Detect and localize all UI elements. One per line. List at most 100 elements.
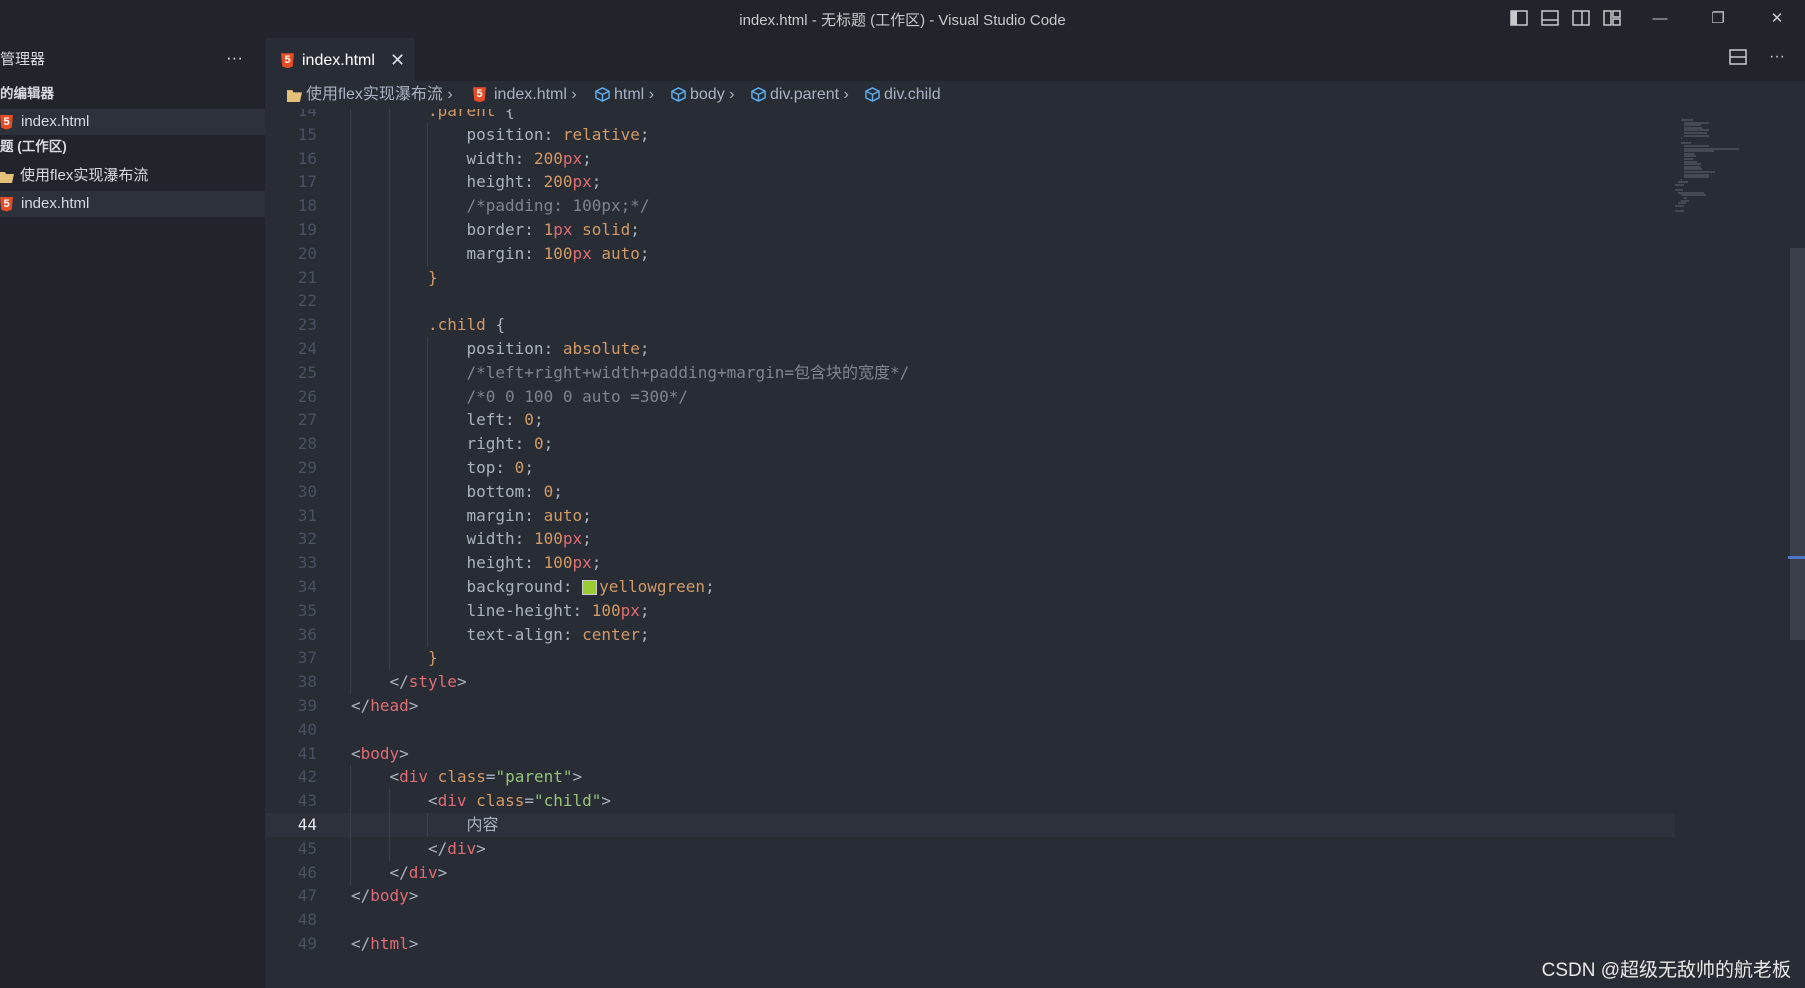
code-line[interactable]: 36 text-align: center; [265, 622, 1675, 647]
restore-button[interactable]: ❐ [1703, 6, 1733, 32]
tab-index-html[interactable]: 5 index.html ✕ [265, 38, 415, 82]
code-token: 内容 [466, 815, 499, 834]
code-line[interactable]: 30 bottom: 0; [265, 479, 1675, 504]
breadcrumb-html[interactable]: html › [595, 81, 654, 109]
code-line[interactable]: 14 .parent { [265, 109, 1675, 123]
code-line[interactable]: 34 background: yellowgreen; [265, 575, 1675, 599]
code-line[interactable]: 44 内容 [265, 813, 1675, 837]
code-line[interactable]: 20 margin: 100px auto; [265, 241, 1675, 266]
code-line[interactable]: 26 /*0 0 100 0 auto =300*/ [265, 384, 1675, 409]
code-token: ; [591, 172, 602, 192]
code-line[interactable]: 21} [265, 265, 1675, 290]
close-window-button[interactable]: ✕ [1762, 6, 1792, 32]
code-token: </ [351, 886, 371, 906]
open-editors-section[interactable]: 的编辑器 [0, 81, 265, 107]
code-line[interactable]: 42 <div class="parent"> [265, 765, 1675, 790]
code-line[interactable]: 39 </head> [265, 694, 1675, 718]
explorer-more-button[interactable]: ··· [226, 45, 243, 71]
toggle-secondary-sidebar-icon[interactable] [1572, 10, 1590, 26]
split-editor-icon[interactable] [1728, 49, 1747, 65]
code-token: > [408, 886, 419, 906]
code-token: 1 [543, 220, 554, 239]
code-token: width: [466, 148, 534, 168]
open-editors-label: 的编辑器 [0, 86, 54, 101]
code-line[interactable]: 29 top: 0; [265, 456, 1675, 480]
line-number: 18 [297, 196, 317, 216]
breadcrumb-div-child[interactable]: div.child [865, 81, 941, 109]
editor-more-button[interactable]: ··· [1769, 48, 1785, 65]
folder-item[interactable]: 使用flex实现瀑布流 [0, 163, 265, 189]
code-line[interactable]: 35 line-height: 100px; [265, 598, 1675, 623]
indent-guide [427, 598, 428, 623]
line-number: 26 [297, 386, 317, 406]
code-token: ; [639, 339, 650, 358]
code-token: ; [582, 505, 592, 525]
line-number: 47 [297, 886, 317, 906]
code-line[interactable]: 46 </div> [265, 860, 1675, 885]
line-number: 22 [297, 291, 317, 311]
customize-layout-icon[interactable] [1603, 10, 1621, 26]
explorer-title: 管理器 [0, 51, 46, 68]
code-token: 200 [543, 172, 573, 192]
code-text: </div> [390, 861, 448, 885]
line-number: 21 [297, 267, 317, 287]
breadcrumb-div-parent[interactable]: div.parent › [751, 81, 849, 109]
code-line[interactable]: 23 .child { [265, 313, 1675, 338]
breadcrumb-folder[interactable]: 使用flex实现瀑布流 › [287, 81, 453, 109]
tab-close-icon[interactable]: ✕ [390, 39, 405, 82]
minimize-button[interactable]: — [1645, 6, 1675, 32]
code-line[interactable]: 47 </body> [265, 884, 1675, 908]
code-line[interactable]: 45 </div> [265, 836, 1675, 861]
code-token: auto [591, 243, 640, 263]
code-line[interactable]: 37} [265, 646, 1675, 671]
code-line[interactable]: 19 border: 1px solid; [265, 218, 1675, 242]
code-line[interactable]: 32 width: 100px; [265, 527, 1675, 552]
line-number: 32 [297, 529, 317, 549]
toggle-panel-icon[interactable] [1541, 10, 1559, 26]
code-token: div [408, 862, 438, 882]
color-swatch[interactable] [582, 580, 598, 595]
code-line[interactable]: 43 <div class="child"> [265, 789, 1675, 814]
code-text: border: 1px solid; [467, 218, 640, 242]
code-token: px [553, 220, 573, 239]
code-token: ; [543, 434, 554, 454]
code-line[interactable]: 49 </html> [265, 932, 1675, 956]
code-line[interactable]: 41 <body> [265, 742, 1675, 766]
indent-guide [350, 813, 351, 837]
explorer-header: 管理器 ··· [0, 47, 265, 73]
code-line[interactable]: 22 [265, 289, 1675, 314]
minimap[interactable] [1675, 109, 1790, 988]
open-editor-item[interactable]: 5 index.html [0, 109, 265, 135]
code-line[interactable]: 28 right: 0; [265, 432, 1675, 457]
code-token: center [582, 624, 640, 644]
code-line[interactable]: 38 </style> [265, 670, 1675, 695]
code-line[interactable]: 48 [265, 908, 1675, 932]
code-token: </ [428, 838, 448, 858]
vertical-scrollbar-thumb[interactable] [1790, 248, 1805, 640]
code-line[interactable]: 40 [265, 718, 1675, 742]
code-line[interactable]: 25 /*left+right+width+padding+margin=包含块的… [265, 360, 1675, 385]
code-text: width: 200px; [467, 147, 592, 171]
code-line[interactable]: 33 height: 100px; [265, 551, 1675, 576]
code-token: line-height: [466, 600, 592, 620]
code-line[interactable]: 15 position: relative; [265, 122, 1675, 147]
code-token: ; [553, 481, 563, 501]
code-editor[interactable]: 14 .parent {15 position: relative; 16 width:… [265, 109, 1675, 988]
toggle-primary-sidebar-icon[interactable] [1510, 10, 1528, 26]
breadcrumb-file[interactable]: 5 index.html › [473, 81, 577, 109]
code-line[interactable]: 16 width: 200px; [265, 146, 1675, 171]
workspace-section[interactable]: 题 (工作区) [0, 134, 265, 160]
folder-file-item[interactable]: 5 index.html [0, 191, 265, 217]
breadcrumb-body[interactable]: body › [671, 81, 734, 109]
line-number: 49 [297, 934, 317, 953]
code-line[interactable]: 24 position: absolute; [265, 337, 1675, 361]
code-line[interactable]: 27 left: 0; [265, 408, 1675, 433]
line-number: 41 [297, 743, 317, 763]
symbol-cube-icon [595, 87, 610, 103]
code-text: 内容 [467, 813, 499, 837]
code-token: < [389, 767, 400, 787]
code-line[interactable]: 17 height: 200px; [265, 170, 1675, 195]
code-line[interactable]: 18 /*padding: 100px;*/ [265, 194, 1675, 219]
indent-guide [350, 170, 351, 195]
code-line[interactable]: 31 margin: auto; [265, 503, 1675, 528]
